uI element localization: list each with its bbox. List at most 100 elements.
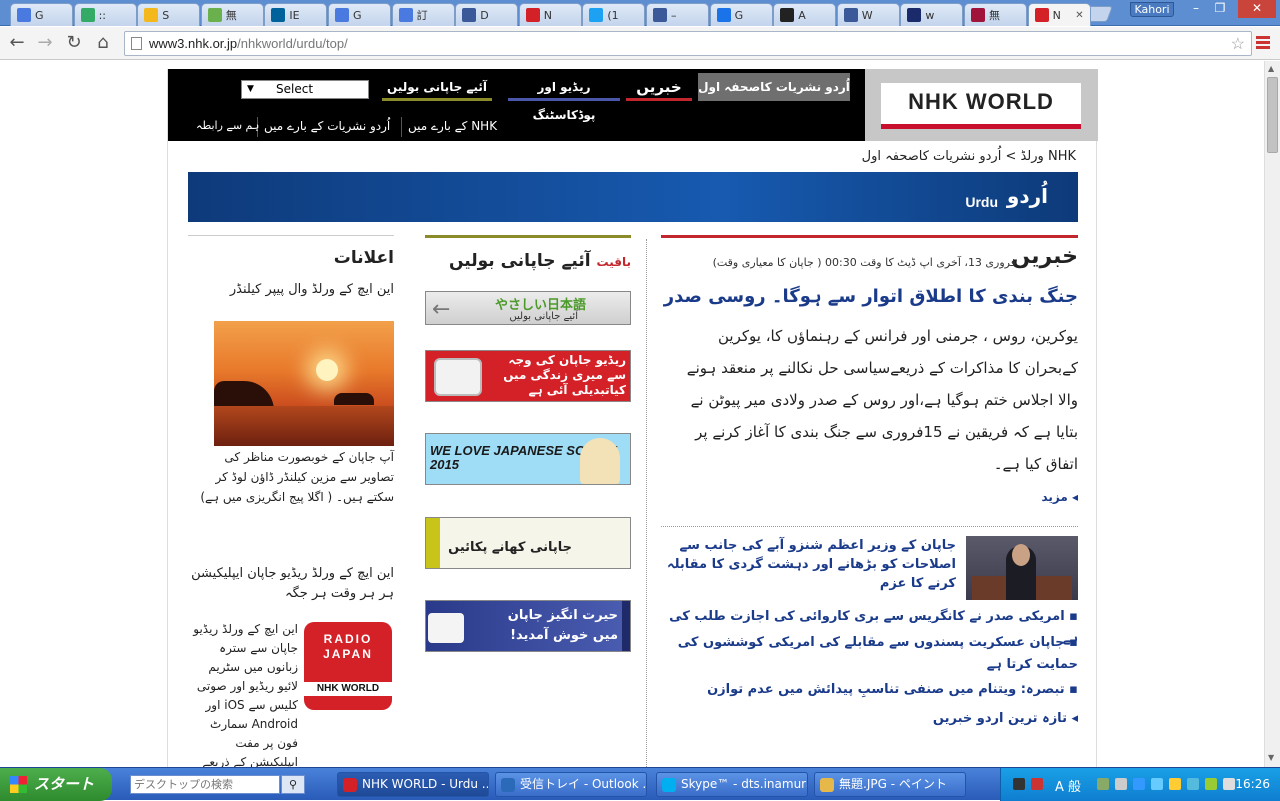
tray-app-icon[interactable] bbox=[1187, 778, 1199, 790]
browser-tab[interactable]: S bbox=[137, 3, 201, 26]
scroll-down-icon[interactable]: ▼ bbox=[1268, 753, 1274, 762]
tab-title: 無 bbox=[989, 9, 1000, 22]
lantern-icon bbox=[428, 613, 464, 643]
desktop-search-input[interactable]: デスクトップの検索 bbox=[130, 775, 280, 794]
browser-tab[interactable]: IE bbox=[264, 3, 328, 26]
chrome-menu-icon[interactable] bbox=[1256, 36, 1270, 50]
news-item-link[interactable]: ▪ جاپان عسکریت پسندوں سے مقابلے کی امریک… bbox=[668, 632, 1078, 676]
app-link[interactable]: این ایچ کے ورلڈ ریڈیو جاپان ایپلیکیشن ہر… bbox=[188, 564, 394, 604]
tray-app-icon[interactable] bbox=[1097, 778, 1109, 790]
minimize-icon[interactable]: – bbox=[1184, 0, 1208, 18]
nav-news[interactable]: خبریں bbox=[626, 73, 692, 101]
news-title: خبریں bbox=[1011, 244, 1078, 269]
browser-tab[interactable]: N ✕ bbox=[1027, 3, 1091, 26]
task-label: 受信トレイ - Outlook ... bbox=[520, 777, 647, 791]
breadcrumb[interactable]: NHK ورلڈ > اُردو نشریات کاصحفہ اول bbox=[862, 149, 1076, 164]
taskbar-task[interactable]: 受信トレイ - Outlook ... bbox=[495, 772, 647, 797]
start-label: スタート bbox=[34, 775, 95, 793]
scroll-up-icon[interactable]: ▲ bbox=[1268, 64, 1274, 73]
announcements-title: اعلانات bbox=[333, 248, 394, 268]
news-item-link[interactable]: ▪ تبصرہ: ویتنام میں صنفی تناسبِ پیدائش م… bbox=[668, 679, 1078, 701]
taskbar-task[interactable]: 無題.JPG - ペイント bbox=[814, 772, 966, 797]
ime-indicator[interactable]: A 般 bbox=[1055, 776, 1081, 795]
news-section: خبریں فروری 13، آخری اپ ڈیٹ کا وقت 00:30… bbox=[661, 235, 1078, 755]
tray-app-icon[interactable] bbox=[1115, 778, 1127, 790]
easy-japanese-banner[interactable]: ← やさしい日本語 آئیے جاپانی بولیں bbox=[425, 291, 631, 325]
latest-news-link[interactable]: ◂ تازہ ترین اردو خبریں bbox=[668, 708, 1078, 730]
radio-japan-life-banner[interactable]: ریڈیو جاپان کی وجہ سے میری زندگی میں کیا… bbox=[425, 350, 631, 402]
tray-app-icon[interactable] bbox=[1031, 778, 1043, 790]
japanese-cooking-banner[interactable]: جاپانی کھانے پکائیں bbox=[425, 517, 631, 569]
browser-tab[interactable]: A bbox=[773, 3, 837, 26]
radio-japan-description: این ایچ کے ورلڈ ریڈیو جاپان سے سترہ زبان… bbox=[193, 622, 298, 767]
welcome-japan-banner[interactable]: حیرت انگیز جاپان میں خوش آمدید! bbox=[425, 600, 631, 652]
calendar-link[interactable]: این ایچ کے ورلڈ وال پیپر کیلنڈر bbox=[230, 282, 394, 297]
link-contact[interactable]: ہم سے رابطہ bbox=[196, 119, 259, 132]
taskbar-task[interactable]: Skype™ - dts.inamura bbox=[656, 772, 808, 797]
japanese-songs-banner[interactable]: WE LOVE JAPANESE SONGS! 2015 bbox=[425, 433, 631, 485]
back-icon[interactable]: ← bbox=[6, 33, 28, 55]
user-profile-badge[interactable]: Kahori bbox=[1130, 2, 1174, 17]
language-select-label: Select language bbox=[276, 82, 332, 113]
close-window-icon[interactable]: ✕ bbox=[1238, 0, 1276, 18]
nav-radio[interactable]: ریڈیو اور پوڈکاسٹنگ bbox=[508, 73, 620, 122]
language-select[interactable]: ▼ Select language bbox=[241, 80, 369, 113]
rj-logo-text: RADIO JAPAN bbox=[323, 632, 373, 661]
browser-tab[interactable]: G bbox=[328, 3, 391, 26]
windows-taskbar: スタート デスクトップの検索 ⚲ NHK WORLD - Urdu ... 受信ト… bbox=[0, 767, 1280, 801]
banner-urdu-title: اُردو bbox=[1006, 184, 1048, 208]
more-link[interactable]: ◂ مزید bbox=[1041, 490, 1078, 504]
feature-story-link[interactable]: جاپان کے وزیر اعظم شنزو آبے کی جانب سے ا… bbox=[666, 536, 956, 593]
link-about-urdu[interactable]: اُردو نشریات کے بارے میں bbox=[264, 119, 390, 133]
browser-tab[interactable]: G bbox=[709, 3, 773, 26]
sunset-calendar-image[interactable] bbox=[214, 321, 394, 446]
browser-tab[interactable]: :: bbox=[73, 3, 137, 26]
browser-tab[interactable]: – bbox=[646, 3, 709, 26]
maximize-icon[interactable]: ❐ bbox=[1208, 0, 1232, 18]
clock[interactable]: 16:26 bbox=[1235, 768, 1270, 801]
banner-text: ریڈیو جاپان کی وجہ سے میری زندگی میں کیا… bbox=[503, 353, 626, 397]
forward-icon[interactable]: → bbox=[34, 33, 56, 55]
browser-tab[interactable]: w bbox=[900, 3, 964, 26]
calendar-description: آپ جاپان کے خوبصورت مناظر کی تصاویر سے م… bbox=[200, 450, 394, 504]
sumo-figure-icon bbox=[580, 438, 620, 484]
keyboard-icon[interactable] bbox=[1013, 778, 1025, 790]
close-tab-icon[interactable]: ✕ bbox=[1075, 10, 1083, 21]
taskbar-task[interactable]: NHK WORLD - Urdu ... bbox=[337, 772, 489, 797]
browser-tab[interactable]: D bbox=[455, 3, 519, 26]
tray-app-icon[interactable] bbox=[1205, 778, 1217, 790]
task-label: 無題.JPG - ペイント bbox=[839, 777, 947, 791]
radio-japan-logo[interactable]: RADIO JAPAN NHK WORLD bbox=[304, 622, 392, 710]
reload-icon[interactable]: ↻ bbox=[63, 33, 85, 55]
browser-tab[interactable]: 無 bbox=[964, 3, 1027, 26]
browser-tab[interactable]: W bbox=[836, 3, 900, 26]
favicon-icon bbox=[653, 8, 667, 22]
news-headline[interactable]: جنگ بندی کا اطلاق اتوار سے ہوگا۔ روسی صد… bbox=[664, 286, 1078, 307]
tab-title: N bbox=[1052, 8, 1061, 22]
browser-tab[interactable]: 無 bbox=[200, 3, 264, 26]
browser-tab[interactable]: (1 bbox=[582, 3, 646, 26]
network-icon[interactable] bbox=[1151, 778, 1163, 790]
tab-title: D bbox=[480, 8, 489, 22]
bookmark-star-icon[interactable]: ☆ bbox=[1231, 33, 1245, 56]
tab-title: (1 bbox=[607, 8, 619, 22]
abe-photo[interactable] bbox=[966, 536, 1078, 600]
tray-app-icon[interactable] bbox=[1133, 778, 1145, 790]
volume-icon[interactable] bbox=[1223, 778, 1235, 790]
browser-tab[interactable]: N bbox=[518, 3, 582, 26]
vertical-scrollbar[interactable]: ▲ ▼ bbox=[1264, 61, 1280, 767]
browser-tab[interactable]: 訂 bbox=[391, 3, 455, 26]
security-shield-icon[interactable] bbox=[1169, 778, 1181, 790]
nav-japanese[interactable]: آئیے جاپانی بولیں bbox=[382, 73, 492, 101]
tab-title: S bbox=[162, 8, 170, 22]
link-about-nhk[interactable]: NHK کے بارے میں bbox=[408, 119, 497, 133]
home-icon[interactable]: ⌂ bbox=[92, 33, 114, 55]
scroll-thumb[interactable] bbox=[1267, 77, 1278, 153]
page-viewport: NHK WORLD اُردو نشریات کاصحفہ اول خبریں … bbox=[0, 61, 1264, 767]
nhk-world-logo[interactable]: NHK WORLD bbox=[865, 69, 1098, 141]
search-icon[interactable]: ⚲ bbox=[281, 775, 305, 794]
nav-urdu-front[interactable]: اُردو نشریات کاصحفہ اول bbox=[698, 73, 850, 101]
start-button[interactable]: スタート bbox=[0, 768, 112, 801]
browser-tab[interactable]: G bbox=[10, 3, 73, 26]
address-bar[interactable]: www3.nhk.or.jp/nhkworld/urdu/top/ ☆ bbox=[124, 31, 1252, 56]
